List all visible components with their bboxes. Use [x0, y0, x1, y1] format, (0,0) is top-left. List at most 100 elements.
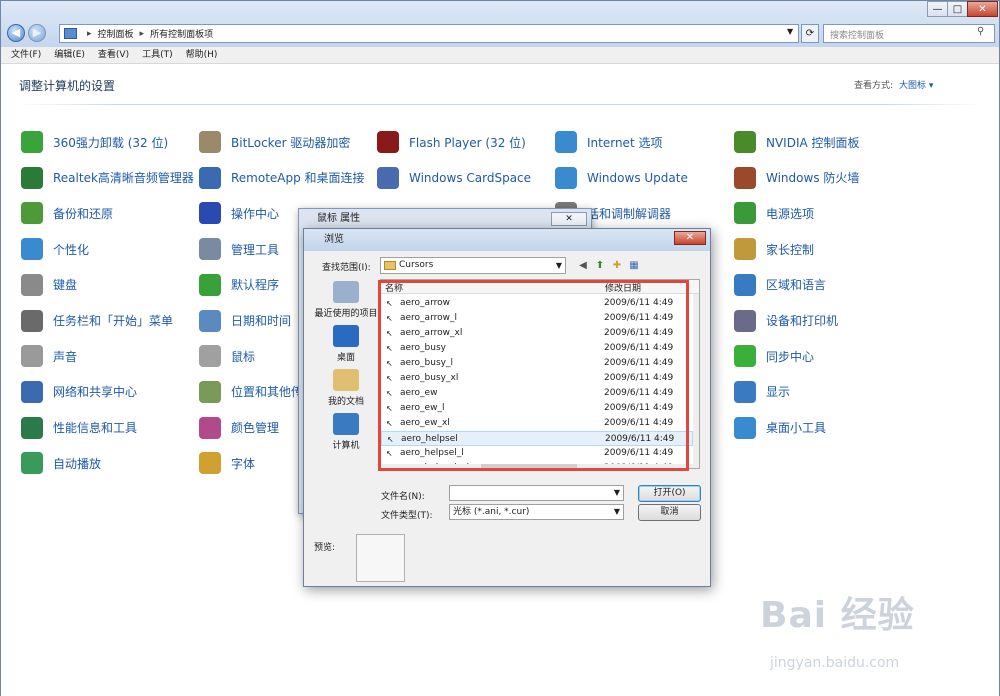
default-programs-icon	[199, 273, 221, 296]
cp-item[interactable]: Realtek高清晰音频管理器	[21, 166, 194, 189]
cp-item[interactable]: 字体	[199, 452, 256, 475]
cp-item[interactable]: 鼠标	[199, 345, 255, 368]
region-icon	[734, 273, 756, 296]
cp-item-label: 位置和其他传	[231, 385, 304, 400]
forward-icon[interactable]: ▶	[28, 24, 46, 42]
cp-item[interactable]: 声音	[21, 345, 77, 368]
cp-item-label: 性能信息和工具	[53, 421, 138, 436]
menu-tools[interactable]: 工具(T)	[142, 47, 173, 63]
cp-item[interactable]: 区域和语言	[734, 273, 826, 296]
cp-item[interactable]: 位置和其他传	[199, 380, 304, 403]
chevron-right-icon: ▸	[87, 28, 92, 39]
mouse-icon	[199, 345, 221, 368]
cp-item-label: 个性化	[53, 242, 90, 257]
dialog-close-button[interactable]: ✕	[674, 231, 706, 245]
cp-item[interactable]: 同步中心	[734, 345, 814, 368]
search-icon[interactable]: ⚲	[977, 26, 984, 37]
menu-edit[interactable]: 编辑(E)	[54, 47, 85, 63]
breadcrumb-all-items[interactable]: 所有控制面板项	[150, 27, 213, 40]
computer-icon	[333, 413, 359, 435]
cancel-button[interactable]: 取消	[638, 504, 701, 521]
cardspace-icon	[377, 166, 399, 189]
cp-item[interactable]: 键盘	[21, 273, 77, 296]
internet-icon	[555, 131, 577, 153]
cp-item[interactable]: 默认程序	[199, 273, 279, 296]
chevron-down-icon: ▼	[613, 488, 620, 497]
cp-item[interactable]: Flash Player (32 位)	[377, 131, 526, 153]
menu-help[interactable]: 帮助(H)	[186, 47, 218, 63]
back-icon[interactable]: ◀	[7, 24, 25, 42]
cp-item[interactable]: Windows CardSpace	[377, 166, 531, 189]
cp-item[interactable]: Internet 选项	[555, 131, 662, 153]
cp-item[interactable]: 网络和共享中心	[21, 380, 138, 403]
audio-icon	[21, 166, 43, 189]
cp-item[interactable]: 日期和时间	[199, 309, 291, 332]
cp-item-label: 桌面小工具	[766, 421, 827, 436]
power-icon	[734, 202, 756, 225]
breadcrumb-control-panel[interactable]: 控制面板	[98, 27, 134, 40]
cp-item-label: Windows 防火墙	[766, 171, 860, 186]
cp-item-label: 显示	[766, 385, 791, 400]
cp-item[interactable]: Windows Update	[555, 166, 688, 189]
cp-item[interactable]: 任务栏和「开始」菜单	[21, 309, 174, 332]
back-icon[interactable]: ◀	[576, 259, 590, 273]
cp-item[interactable]: 个性化	[21, 238, 90, 261]
cp-item-label: Windows Update	[587, 170, 688, 185]
maximize-button[interactable]: □	[947, 1, 968, 17]
address-bar[interactable]: ▸ 控制面板 ▸ 所有控制面板项	[59, 24, 799, 43]
cp-item[interactable]: 电源选项	[734, 202, 815, 225]
cp-item-label: 电源选项	[766, 206, 815, 221]
menu-view[interactable]: 查看(V)	[98, 47, 129, 63]
place-computer[interactable]: 计算机	[314, 413, 378, 451]
up-folder-icon[interactable]: ⬆	[593, 259, 607, 273]
search-input[interactable]: 搜索控制面板	[823, 24, 995, 43]
view-menu-icon[interactable]: ▦	[627, 259, 641, 273]
cp-item[interactable]: BitLocker 驱动器加密	[199, 131, 350, 153]
view-by-dropdown[interactable]: 大图标 ▾	[899, 78, 933, 91]
dialog-close-button[interactable]: ✕	[551, 212, 587, 226]
place-label: 我的文档	[327, 397, 364, 407]
cp-item-label: 任务栏和「开始」菜单	[53, 314, 174, 328]
cp-item[interactable]: 管理工具	[199, 238, 280, 261]
filetype-select[interactable]: 光标 (*.ani, *.cur) ▼	[449, 504, 624, 520]
place-documents[interactable]: 我的文档	[314, 369, 378, 407]
cp-item[interactable]: Windows 防火墙	[734, 166, 860, 189]
minimize-button[interactable]: —	[927, 1, 948, 17]
cp-item[interactable]: 自动播放	[21, 452, 101, 475]
cp-item[interactable]: 显示	[734, 380, 791, 403]
keyboard-icon	[21, 273, 43, 296]
cp-item-label: 字体	[231, 456, 256, 471]
nvidia-icon	[734, 131, 756, 153]
look-in-select[interactable]: Cursors ▼	[380, 257, 566, 274]
control-panel-icon	[64, 28, 77, 39]
place-recent[interactable]: 最近使用的项目	[314, 281, 378, 319]
cp-item[interactable]: 颜色管理	[199, 416, 279, 439]
refresh-button[interactable]: ⟳	[801, 24, 819, 43]
vertical-scrollbar[interactable]	[693, 294, 699, 468]
cp-item[interactable]: 备份和还原	[21, 202, 113, 225]
cp-item[interactable]: 设备和打印机	[734, 309, 838, 332]
new-folder-icon[interactable]: ✚	[610, 259, 624, 273]
desktop-icon	[333, 325, 359, 347]
cp-item-label: RemoteApp 和桌面连接	[231, 171, 365, 186]
cp-item[interactable]: 家长控制	[734, 238, 814, 261]
filetype-value: 光标 (*.ani, *.cur)	[453, 507, 530, 517]
open-button[interactable]: 打开(O)	[638, 485, 701, 502]
menu-file[interactable]: 文件(F)	[11, 47, 41, 63]
cp-item[interactable]: 桌面小工具	[734, 416, 827, 439]
cp-item[interactable]: 360强力卸载 (32 位)	[21, 131, 168, 153]
remoteapp-icon	[199, 166, 221, 189]
documents-icon	[333, 369, 359, 391]
cp-item-label: 管理工具	[231, 242, 280, 257]
cp-item[interactable]: 操作中心	[199, 202, 279, 225]
autoplay-icon	[21, 452, 43, 475]
cp-item[interactable]: RemoteApp 和桌面连接	[199, 166, 365, 189]
cp-item[interactable]: NVIDIA 控制面板	[734, 131, 860, 153]
cp-item[interactable]: 性能信息和工具	[21, 416, 138, 439]
chevron-down-icon[interactable]: ▼	[787, 27, 793, 36]
filename-input[interactable]: ▼	[449, 485, 624, 501]
personalize-icon	[21, 238, 43, 261]
place-desktop[interactable]: 桌面	[314, 325, 378, 363]
close-button[interactable]: ✕	[967, 1, 998, 17]
cp-item-label: 网络和共享中心	[53, 385, 138, 400]
